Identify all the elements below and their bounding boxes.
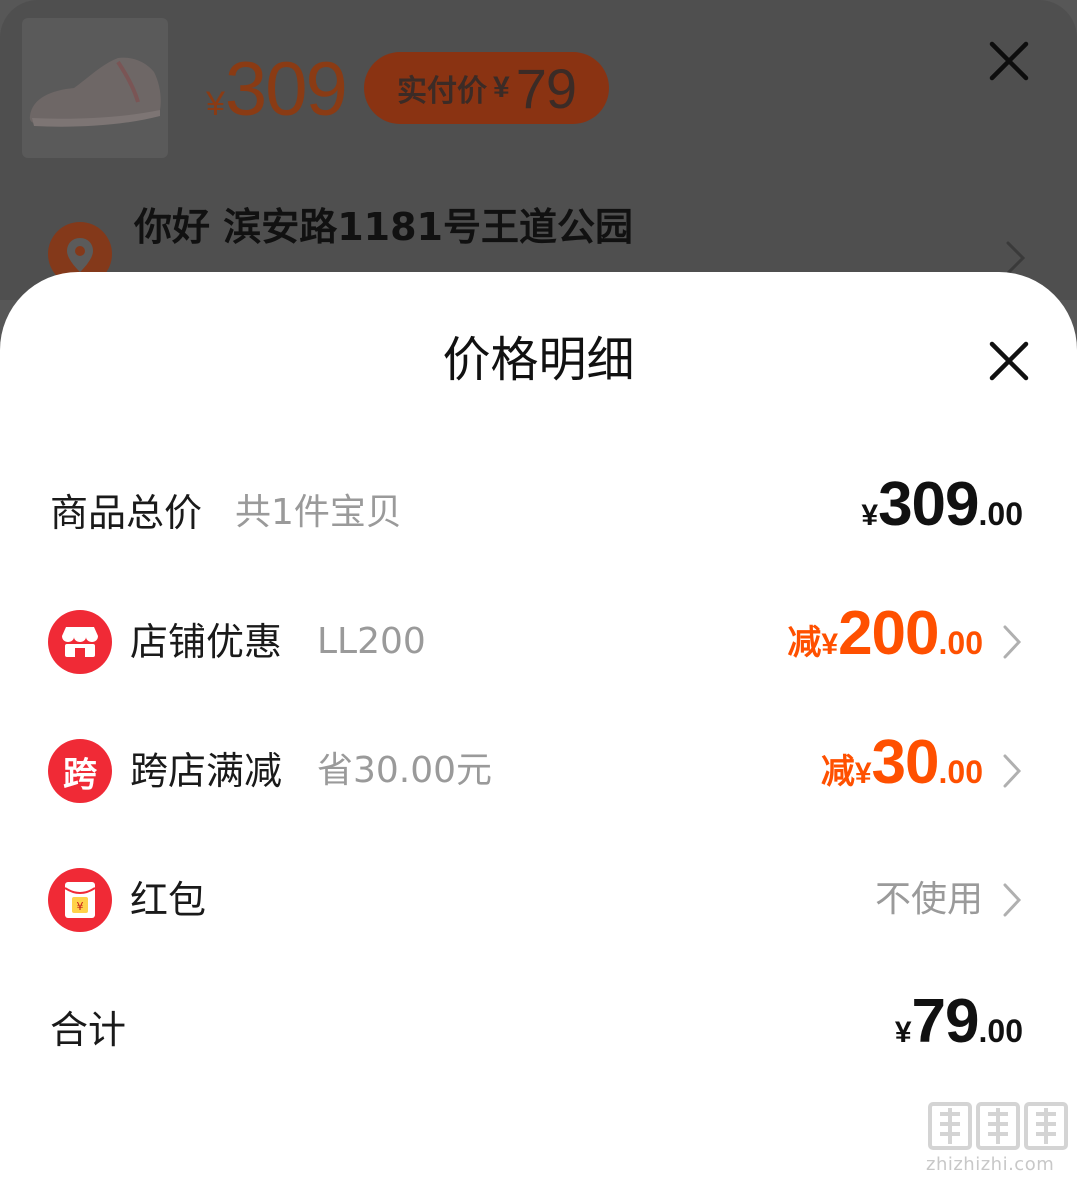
minus-prefix: 减 — [820, 753, 855, 791]
shoe-image — [29, 57, 161, 127]
close-icon[interactable] — [988, 340, 1030, 382]
total-row: 合计 ¥ 79 .00 — [0, 987, 1077, 1072]
amount-integer: 200 — [838, 599, 939, 668]
product-thumbnail[interactable] — [22, 18, 168, 158]
amount-decimal: .00 — [978, 496, 1023, 532]
coupon-code: LL200 — [317, 621, 426, 662]
close-icon[interactable] — [988, 40, 1030, 82]
amount-decimal: .00 — [978, 1013, 1023, 1049]
red-packet-label: 红包 — [130, 878, 207, 922]
amount-integer: 309 — [878, 470, 979, 539]
background-price-value: 309 — [224, 47, 348, 132]
watermark-text: zhizhizhi.com — [926, 1154, 1055, 1175]
amount-integer: 79 — [911, 987, 980, 1056]
chevron-right-icon[interactable] — [1001, 624, 1023, 660]
chevron-right-icon[interactable] — [1001, 753, 1023, 789]
cross-store-discount-value: 减 ¥ 30 .00 — [821, 727, 983, 798]
currency-symbol: ¥ — [861, 499, 879, 532]
red-packet-icon: ¥ — [48, 868, 112, 932]
amount-integer: 30 — [871, 728, 940, 797]
svg-text:¥: ¥ — [77, 900, 84, 913]
paid-price-badge: 实付价 ¥ 79 — [364, 52, 609, 124]
price-detail-sheet: 价格明细 商品总价 共1件宝贝 ¥ 309 .00 店铺优惠 LL200 减 ¥… — [0, 272, 1077, 1182]
background-price-currency: ¥ — [206, 85, 225, 123]
minus-prefix: 减 — [787, 624, 822, 662]
currency-symbol: ¥ — [894, 1016, 912, 1049]
currency-symbol: ¥ — [854, 757, 872, 790]
cross-store-discount-label: 跨店满减 — [130, 749, 283, 793]
amount-decimal: .00 — [938, 625, 983, 661]
currency-symbol: ¥ — [821, 628, 839, 661]
shipping-address[interactable]: 你好 滨安路1181号王道公园 — [134, 196, 633, 251]
total-value: ¥ 79 .00 — [895, 986, 1023, 1057]
item-count: 共1件宝贝 — [235, 492, 402, 533]
amount-decimal: .00 — [938, 754, 983, 790]
store-discount-label: 店铺优惠 — [130, 620, 283, 664]
paid-price-label: 实付价 — [397, 75, 487, 108]
background-price: ¥309 — [206, 47, 348, 146]
red-packet-value: 不使用 — [874, 879, 983, 920]
subtotal-row: 商品总价 共1件宝贝 ¥ 309 .00 — [0, 470, 1077, 555]
store-discount-row[interactable]: 店铺优惠 LL200 减 ¥ 200 .00 — [0, 599, 1077, 684]
watermark-logo-icon — [928, 1102, 1068, 1150]
cross-store-discount-row[interactable]: 跨 跨店满减 省30.00元 减 ¥ 30 .00 — [0, 728, 1077, 813]
paid-price-currency: ¥ — [493, 71, 510, 104]
total-label: 合计 — [50, 1008, 127, 1052]
subtotal-value: ¥ 309 .00 — [861, 469, 1023, 540]
cross-store-icon-glyph: 跨 — [63, 754, 97, 795]
sheet-title: 价格明细 — [442, 332, 635, 388]
store-icon — [48, 610, 112, 674]
cross-store-icon: 跨 — [48, 739, 112, 803]
chevron-right-icon[interactable] — [1004, 240, 1028, 276]
chevron-right-icon[interactable] — [1001, 882, 1023, 918]
subtotal-label: 商品总价 — [50, 491, 203, 535]
store-discount-value: 减 ¥ 200 .00 — [787, 598, 983, 669]
savings-note: 省30.00元 — [317, 750, 493, 791]
paid-price-value: 79 — [515, 56, 577, 120]
watermark: zhizhizhi.com — [926, 1098, 1071, 1178]
red-packet-row[interactable]: ¥ 红包 不使用 — [0, 862, 1077, 942]
